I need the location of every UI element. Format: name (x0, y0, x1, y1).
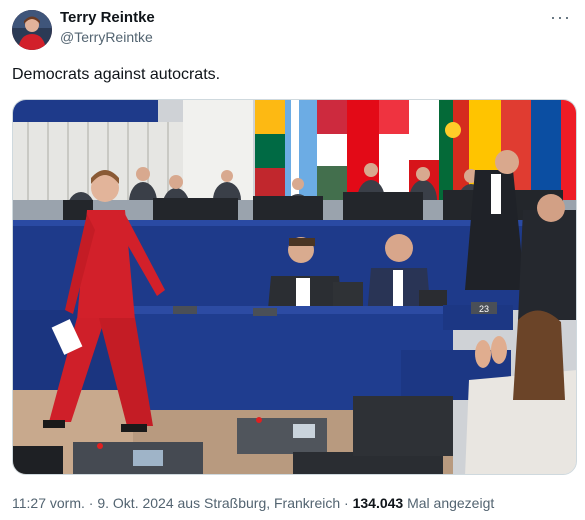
tweet-text: Democrats against autocrats. (12, 66, 221, 83)
more-icon[interactable]: ··· (550, 8, 571, 26)
tweet-header: Terry Reintke @TerryReintke ··· (12, 8, 573, 52)
author-names: Terry Reintke @TerryReintke (60, 8, 155, 47)
parliament-photo: 23 (13, 100, 576, 474)
tweet-location: aus Straßburg, Frankreich (177, 495, 341, 511)
tweet-time[interactable]: 11:27 vorm. (12, 495, 85, 511)
tweet-footer: 11:27 vorm. · 9. Okt. 2024 aus Straßburg… (12, 494, 494, 512)
avatar[interactable] (12, 10, 52, 50)
avatar-image (12, 10, 52, 50)
footer-separator: · (344, 495, 349, 511)
footer-separator: · (88, 495, 94, 511)
seat-number: 23 (479, 304, 489, 314)
view-count-label: Mal angezeigt (407, 495, 495, 511)
tweet-date[interactable]: 9. Okt. 2024 (97, 495, 173, 511)
user-handle[interactable]: @TerryReintke (60, 28, 155, 47)
view-count[interactable]: 134.043 (353, 495, 404, 511)
display-name[interactable]: Terry Reintke (60, 8, 155, 28)
tweet-photo[interactable]: 23 (12, 99, 577, 475)
